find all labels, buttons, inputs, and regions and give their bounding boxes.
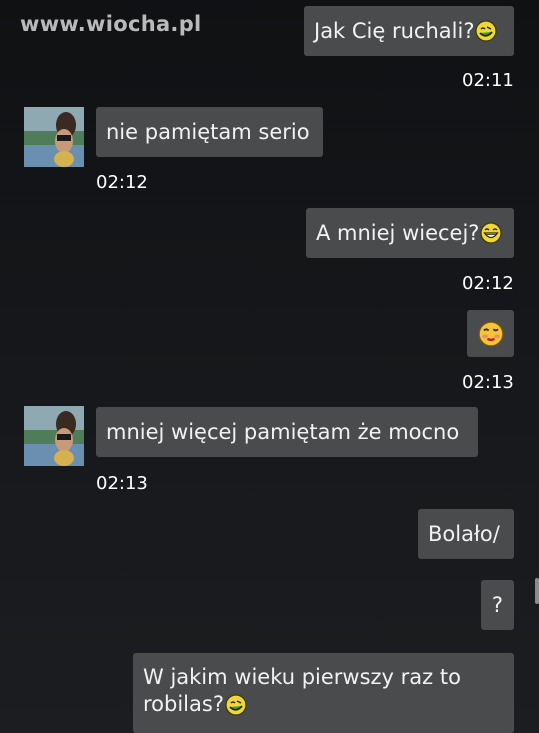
message-timestamp: 02:12: [96, 172, 148, 193]
message-text: nie pamiętam serio: [106, 119, 310, 144]
message-bubble-incoming[interactable]: mniej więcej pamiętam że mocno: [96, 407, 478, 457]
message-timestamp: 02:13: [96, 473, 148, 494]
message-text: A mniej wiecej?: [316, 220, 480, 245]
wink-smile-icon: [475, 20, 498, 42]
avatar[interactable]: [24, 406, 84, 466]
wink-smile-icon: [225, 693, 247, 716]
message-text: mniej więcej pamiętam że mocno: [106, 419, 460, 444]
message-bubble-outgoing[interactable]: W jakim wieku pierwszy raz to robilas?: [133, 653, 514, 733]
kiss-blush-icon: [478, 321, 503, 346]
message-bubble-incoming[interactable]: nie pamiętam serio: [96, 107, 323, 157]
message-bubble-outgoing[interactable]: [467, 310, 514, 357]
message-bubble-outgoing[interactable]: A mniej wiecej?: [306, 208, 514, 258]
message-text: robilas?: [143, 692, 224, 716]
message-text: Bolało/: [428, 521, 500, 546]
avatar[interactable]: [24, 107, 84, 167]
scrollbar[interactable]: [535, 578, 539, 604]
grin-icon: [480, 222, 503, 244]
message-timestamp: 02:12: [462, 273, 514, 294]
watermark: www.wiocha.pl: [20, 12, 202, 36]
message-text-line: W jakim wieku pierwszy raz to: [143, 665, 461, 689]
message-bubble-outgoing[interactable]: ?: [481, 580, 514, 630]
message-bubble-outgoing[interactable]: Bolało/: [418, 509, 514, 559]
message-timestamp: 02:11: [462, 70, 514, 91]
message-text-line: robilas?: [143, 691, 504, 718]
message-text: ?: [491, 592, 504, 617]
message-bubble-outgoing[interactable]: Jak Cię ruchali?: [304, 6, 514, 56]
message-timestamp: 02:13: [462, 372, 514, 393]
avatar-photo: [24, 107, 84, 167]
avatar-photo: [24, 406, 84, 466]
message-text: Jak Cię ruchali?: [314, 18, 475, 43]
